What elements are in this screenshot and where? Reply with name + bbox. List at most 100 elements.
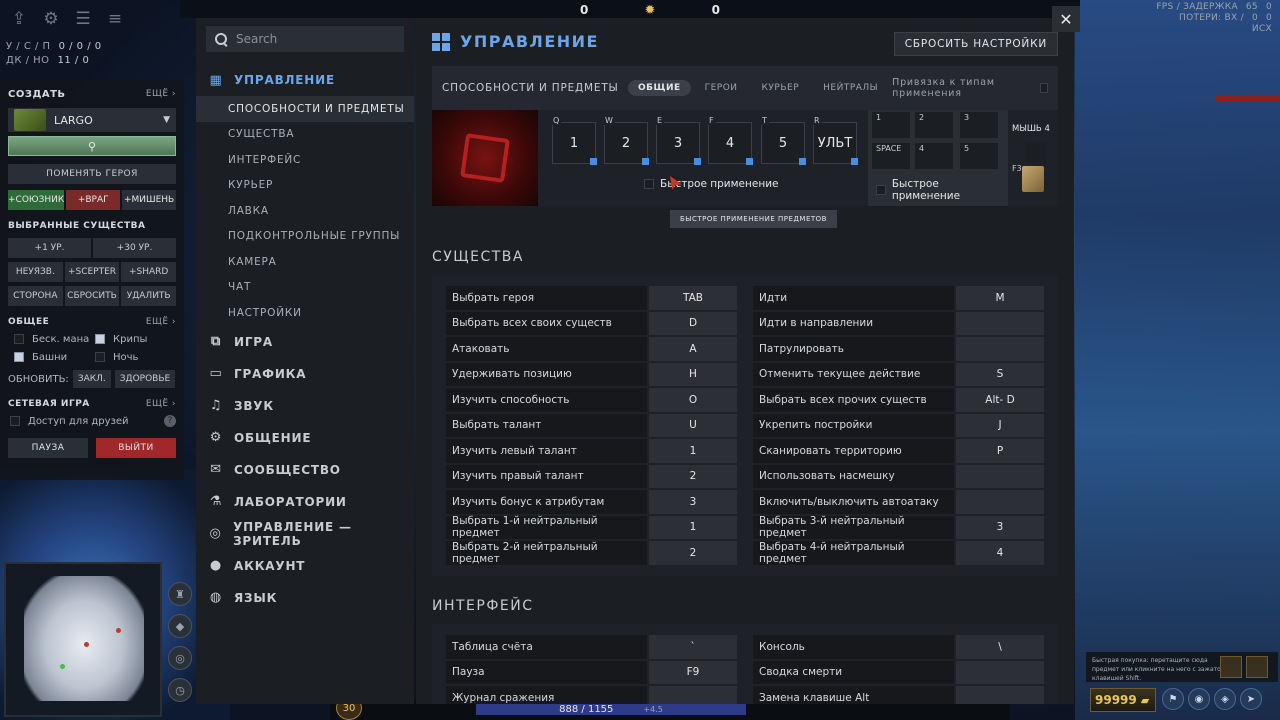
courier-deliver-icon[interactable]: ⚑: [1162, 688, 1184, 710]
friends-access-toggle[interactable]: Доступ для друзей ?: [10, 412, 176, 430]
creeps-toggle[interactable]: Крипы: [95, 330, 176, 348]
hero-facet-bar[interactable]: ⚲: [8, 136, 176, 156]
delete-button[interactable]: УДАЛИТЬ: [121, 286, 177, 306]
level-up-button[interactable]: +1 УР.: [8, 238, 91, 258]
item-slot-1[interactable]: 1: [872, 112, 910, 138]
checkbox[interactable]: [14, 352, 24, 362]
nav-item-account[interactable]: ● АККАУНТ: [196, 550, 414, 582]
menu-icon[interactable]: ☰: [72, 8, 94, 30]
ability-key-4[interactable]: F4: [707, 116, 753, 165]
ability-quick-cast-toggle[interactable]: Быстрое применение: [644, 178, 778, 190]
stopwatch-icon[interactable]: ◷: [168, 678, 192, 702]
checkbox[interactable]: [644, 179, 654, 189]
binding-key-button[interactable]: S: [956, 362, 1044, 386]
nav-sub-interface[interactable]: ИНТЕРФЕЙС: [196, 147, 414, 173]
checkbox[interactable]: [95, 352, 105, 362]
binding-key-button[interactable]: 2: [649, 464, 737, 488]
checkbox[interactable]: [876, 185, 886, 195]
ability-key-3[interactable]: E3: [655, 116, 701, 165]
ability-key-2[interactable]: W2: [603, 116, 649, 165]
nav-item-social[interactable]: ⚙ ОБЩЕНИЕ: [196, 422, 414, 454]
pause-button[interactable]: ПАУЗА: [8, 438, 88, 458]
exit-button[interactable]: ВЫЙТИ: [96, 438, 176, 458]
refresh-health-button[interactable]: ЗДОРОВЬЕ: [114, 370, 176, 388]
binding-key-button[interactable]: F9: [649, 660, 737, 684]
shard-button[interactable]: +SHARD: [121, 262, 177, 282]
infinite-mana-toggle[interactable]: Беск. мана: [14, 330, 95, 348]
add-enemy-button[interactable]: +ВРАГ: [66, 190, 121, 210]
general-more-link[interactable]: ЕЩЁ ›: [146, 317, 176, 327]
binding-key-button[interactable]: P: [956, 439, 1044, 463]
binding-key-button[interactable]: D: [649, 311, 737, 335]
ability-key-1[interactable]: Q1: [551, 116, 597, 165]
binding-key-button[interactable]: 2: [649, 541, 737, 565]
binding-key-button[interactable]: [649, 686, 737, 704]
binding-key-button[interactable]: [956, 686, 1044, 704]
ability-key-5[interactable]: T5: [760, 116, 806, 165]
checkbox[interactable]: [1039, 83, 1048, 93]
bind-cast-types-toggle[interactable]: Привязка к типам применения: [892, 77, 1048, 99]
search-input[interactable]: [236, 32, 386, 46]
item-slot-4[interactable]: 4: [915, 143, 953, 169]
binding-key-button[interactable]: H: [649, 362, 737, 386]
nav-item-game[interactable]: ⧉ ИГРА: [196, 326, 414, 358]
mouse4-slot[interactable]: МЫШЬ 4 F3: [1008, 110, 1058, 206]
shop-icon[interactable]: ◉: [1188, 688, 1210, 710]
binding-key-button[interactable]: 4: [956, 541, 1044, 565]
item-slot-5[interactable]: 5: [960, 143, 998, 169]
tab-courier[interactable]: КУРЬЕР: [752, 80, 810, 96]
refresh-spells-button[interactable]: ЗАКЛ.: [72, 370, 111, 388]
add-target-button[interactable]: +МИШЕНЬ: [122, 190, 177, 210]
nav-sub-control-groups[interactable]: ПОДКОНТРОЛЬНЫЕ ГРУППЫ: [196, 224, 414, 250]
upload-icon[interactable]: ⇪: [8, 8, 30, 30]
nav-sub-units[interactable]: СУЩЕСТВА: [196, 122, 414, 148]
binding-key-button[interactable]: [956, 337, 1044, 361]
nav-sub-camera[interactable]: КАМЕРА: [196, 249, 414, 275]
quick-cast-items-button[interactable]: БЫСТРОЕ ПРИМЕНЕНИЕ ПРЕДМЕТОВ: [670, 210, 837, 228]
towers-toggle[interactable]: Башни: [14, 348, 95, 366]
checkbox[interactable]: [10, 416, 20, 426]
binding-key-button[interactable]: [956, 464, 1044, 488]
binding-key-button[interactable]: J: [956, 413, 1044, 437]
add-ally-button[interactable]: +СОЮЗНИК: [8, 190, 65, 210]
binding-key-button[interactable]: M: [956, 286, 1044, 310]
item-quick-cast-toggle[interactable]: Быстрое применение: [876, 178, 1008, 202]
tab-neutrals[interactable]: НЕЙТРАЛЫ: [813, 80, 888, 96]
nav-item-sound[interactable]: ♫ ЗВУК: [196, 390, 414, 422]
reset-button[interactable]: СБРОСИТЬ: [64, 286, 120, 306]
nav-item-controls[interactable]: ▦ УПРАВЛЕНИЕ: [196, 64, 414, 96]
list-icon[interactable]: ≡: [104, 8, 126, 30]
quick-buy-slot[interactable]: [1246, 656, 1268, 678]
stash-icon[interactable]: ◈: [1214, 688, 1236, 710]
checkbox[interactable]: [14, 334, 24, 344]
help-icon[interactable]: ?: [164, 415, 176, 427]
reset-settings-button[interactable]: СБРОСИТЬ НАСТРОЙКИ: [893, 32, 1058, 56]
nav-item-language[interactable]: ◍ ЯЗЫК: [196, 582, 414, 614]
speed-icon[interactable]: ➤: [1240, 688, 1262, 710]
item-slot-3[interactable]: 3: [960, 112, 998, 138]
binding-key-button[interactable]: [956, 311, 1044, 335]
close-button[interactable]: ✕: [1052, 6, 1080, 32]
hero-dropdown[interactable]: LARGO ▼: [8, 108, 176, 132]
checkbox[interactable]: [95, 334, 105, 344]
invulnerable-button[interactable]: НЕУЯЗВ.: [8, 262, 63, 282]
create-more-link[interactable]: ЕЩЁ ›: [146, 89, 176, 99]
gear-icon[interactable]: ⚙: [40, 8, 62, 30]
search-bar[interactable]: [206, 26, 404, 52]
change-hero-button[interactable]: ПОМЕНЯТЬ ГЕРОЯ: [8, 164, 176, 184]
binding-key-button[interactable]: `: [649, 635, 737, 659]
quick-buy-slot[interactable]: [1220, 656, 1242, 678]
side-button[interactable]: СТОРОНА: [8, 286, 63, 306]
binding-key-button[interactable]: 3: [956, 515, 1044, 539]
binding-key-button[interactable]: TAB: [649, 286, 737, 310]
item-slot-2[interactable]: 2: [915, 112, 953, 138]
nav-item-graphics[interactable]: ▭ ГРАФИКА: [196, 358, 414, 390]
binding-key-button[interactable]: [956, 660, 1044, 684]
binding-key-button[interactable]: 1: [649, 515, 737, 539]
tab-heroes[interactable]: ГЕРОИ: [695, 80, 748, 96]
binding-key-button[interactable]: 1: [649, 439, 737, 463]
binding-key-button[interactable]: A: [649, 337, 737, 361]
binding-key-button[interactable]: \: [956, 635, 1044, 659]
scan-icon[interactable]: ◆: [168, 614, 192, 638]
binding-key-button[interactable]: Alt- D: [956, 388, 1044, 412]
